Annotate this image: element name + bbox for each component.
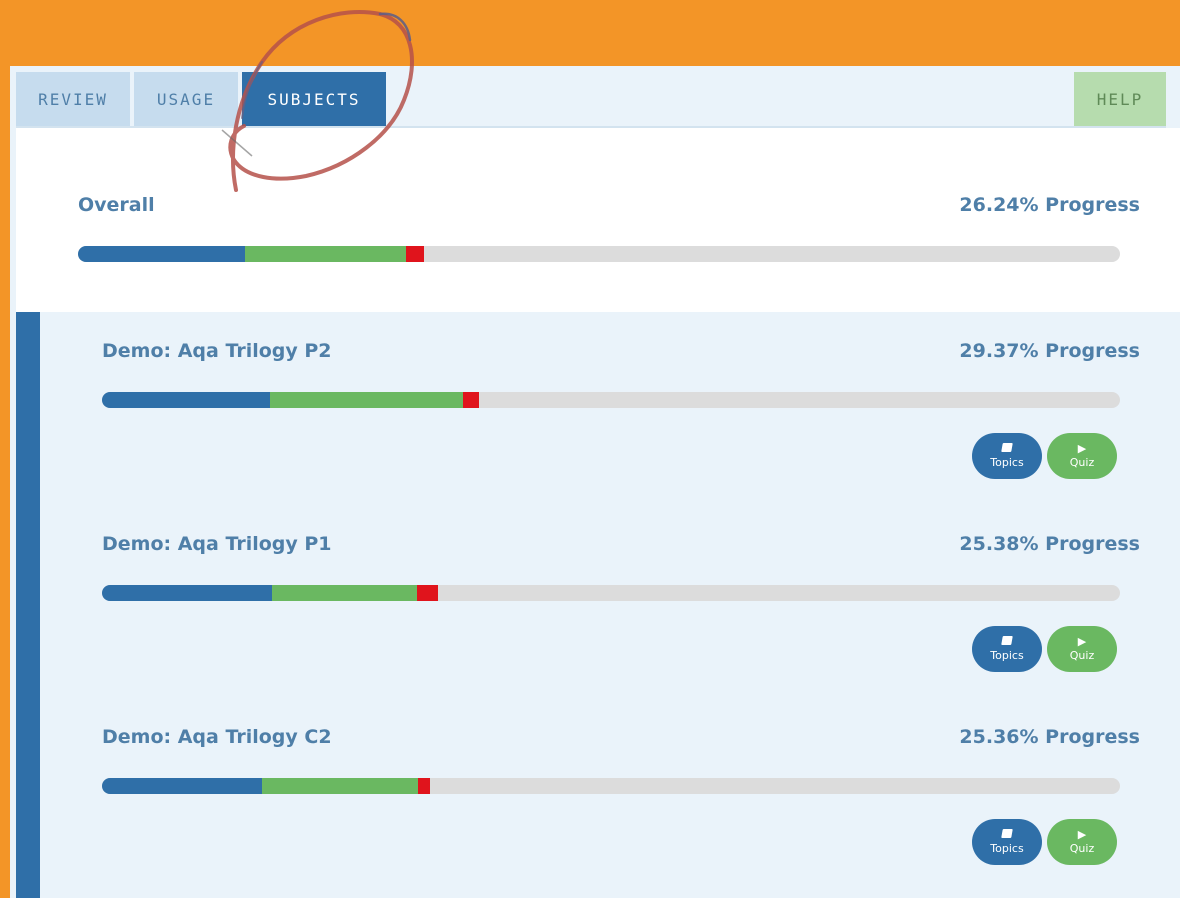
- bar-segment-green: [272, 585, 417, 601]
- app-header-bar: [0, 0, 1180, 66]
- subjects-list: Demo: Aqa Trilogy P2 29.37% Progress Top…: [16, 312, 1180, 898]
- play-icon: ▶: [1077, 442, 1087, 455]
- main-panel: REVIEW USAGE SUBJECTS HELP Overall 26.24…: [10, 66, 1180, 898]
- subject-title: Demo: Aqa Trilogy C2: [102, 726, 332, 748]
- quiz-label: Quiz: [1069, 842, 1095, 855]
- book-icon: [1001, 443, 1013, 456]
- bar-segment-green: [261, 778, 418, 794]
- topics-button[interactable]: Topics: [972, 626, 1042, 672]
- bar-segment-blue: [102, 585, 272, 601]
- bar-segment-red: [406, 246, 424, 262]
- play-icon: ▶: [1077, 828, 1087, 841]
- quiz-label: Quiz: [1069, 649, 1095, 662]
- subject-progress-bar: [102, 778, 1120, 794]
- bar-segment-green: [244, 246, 407, 262]
- subject-progress-text: 25.38% Progress: [959, 533, 1140, 555]
- quiz-button[interactable]: ▶ Quiz: [1047, 626, 1117, 672]
- tab-help[interactable]: HELP: [1074, 72, 1166, 126]
- subject-progress-bar: [102, 585, 1120, 601]
- topics-button[interactable]: Topics: [972, 433, 1042, 479]
- bar-segment-red: [416, 585, 438, 601]
- bar-segment-red: [417, 778, 430, 794]
- bar-segment-red: [463, 392, 479, 408]
- quiz-label: Quiz: [1069, 456, 1095, 469]
- book-icon: [1001, 636, 1013, 649]
- tab-review[interactable]: REVIEW: [16, 72, 130, 126]
- topics-label: Topics: [990, 842, 1024, 855]
- subject-title: Demo: Aqa Trilogy P2: [102, 340, 332, 362]
- overall-section: Overall 26.24% Progress: [16, 128, 1180, 312]
- tab-subjects[interactable]: SUBJECTS: [242, 72, 386, 126]
- quiz-button[interactable]: ▶ Quiz: [1047, 819, 1117, 865]
- bar-segment-blue: [102, 778, 262, 794]
- tab-bar: REVIEW USAGE SUBJECTS HELP: [10, 66, 1180, 128]
- section-accent-stripe: [16, 312, 40, 898]
- topics-label: Topics: [990, 456, 1024, 469]
- tab-usage[interactable]: USAGE: [134, 72, 238, 126]
- overall-progress-bar: [78, 246, 1120, 262]
- bar-segment-blue: [78, 246, 245, 262]
- quiz-button[interactable]: ▶ Quiz: [1047, 433, 1117, 479]
- subject-progress-text: 25.36% Progress: [959, 726, 1140, 748]
- bar-segment-blue: [102, 392, 270, 408]
- play-icon: ▶: [1077, 635, 1087, 648]
- subject-title: Demo: Aqa Trilogy P1: [102, 533, 332, 555]
- overall-title: Overall: [78, 194, 155, 216]
- overall-progress-text: 26.24% Progress: [959, 194, 1140, 216]
- topics-label: Topics: [990, 649, 1024, 662]
- subject-progress-bar: [102, 392, 1120, 408]
- subject-progress-text: 29.37% Progress: [959, 340, 1140, 362]
- bar-segment-green: [269, 392, 464, 408]
- book-icon: [1001, 829, 1013, 842]
- topics-button[interactable]: Topics: [972, 819, 1042, 865]
